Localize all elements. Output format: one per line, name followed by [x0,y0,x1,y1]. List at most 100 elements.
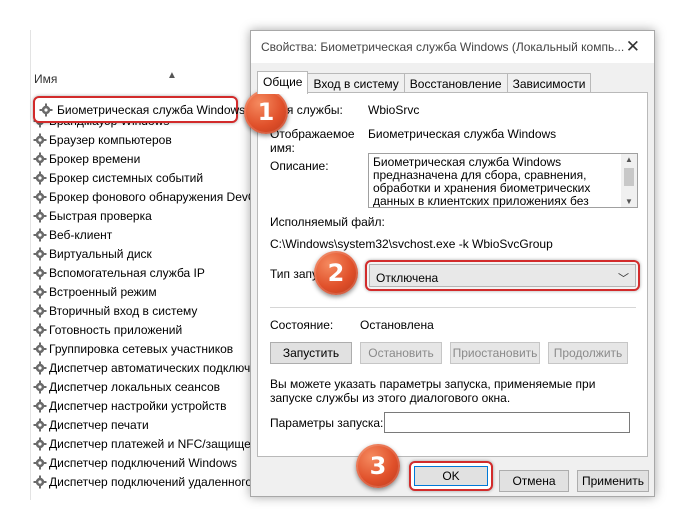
service-name: Быстрая проверка [49,208,152,223]
step-marker-3: 3 [356,444,400,488]
gear-icon [33,437,47,450]
status-value: Остановлена [360,318,434,332]
name-column-header[interactable]: Имя ▲ [31,70,269,88]
gear-icon [33,171,47,184]
stop-button[interactable]: Остановить [360,342,442,364]
service-list-item[interactable]: Брокер системных событий [31,168,269,187]
service-name: Диспетчер локальных сеансов [49,379,221,394]
gear-icon [33,285,47,298]
gear-icon [33,209,47,222]
startup-params-label: Параметры запуска: [270,416,384,430]
gear-icon [33,380,47,393]
service-list-item[interactable]: Группировка сетевых участников [31,339,269,358]
service-list-item[interactable]: Диспетчер локальных сеансов [31,377,269,396]
description-label: Описание: [270,159,329,173]
chevron-down-icon: ﹀ [618,273,629,285]
ok-button-highlight: OK [409,461,493,491]
service-name: Браузер компьютеров [49,132,172,147]
gear-icon [33,361,47,374]
tab-recovery[interactable]: Восстановление [403,73,508,93]
service-list-item[interactable]: Вспомогательная служба IP [31,263,269,282]
service-name: Диспетчер автоматических подключ [49,360,251,375]
service-list-item[interactable]: Быстрая проверка [31,206,269,225]
service-list-item[interactable]: Готовность приложений [31,320,269,339]
service-list-item[interactable]: Брокер времени [31,149,269,168]
service-name: Диспетчер печати [49,417,149,432]
resume-button[interactable]: Продолжить [548,342,628,364]
service-list-item[interactable]: Диспетчер автоматических подключ [31,358,269,377]
display-name-label: Отображаемое имя: [270,127,355,155]
tab-logon[interactable]: Вход в систему [307,73,405,93]
gear-icon [33,228,47,241]
service-name: Диспетчер подключений Windows [49,455,238,470]
gear-icon [33,342,47,355]
gear-icon [33,456,47,469]
step-marker-2: 2 [314,251,358,295]
service-list-item[interactable]: Встроенный режим [31,282,269,301]
service-list-item[interactable]: Виртуальный диск [31,244,269,263]
service-name: Веб-клиент [49,227,113,242]
gear-icon [33,399,47,412]
service-list-item[interactable]: Браузер компьютеров [31,130,269,149]
gear-icon [39,103,53,117]
startup-hint-text: Вы можете указать параметры запуска, при… [270,377,596,405]
service-name: Брокер системных событий [49,170,204,185]
start-button[interactable]: Запустить [270,342,352,364]
service-name: Группировка сетевых участников [49,341,234,356]
pause-button[interactable]: Приостановить [450,342,540,364]
service-list-item[interactable]: Диспетчер настройки устройств [31,396,269,415]
divider [270,307,636,308]
close-icon[interactable]: ✕ [626,37,640,57]
dialog-title: Свойства: Биометрическая служба Windows … [261,40,625,54]
cancel-button[interactable]: Отмена [499,470,569,492]
startup-type-field: Отключена ﹀ [369,264,636,287]
ok-button[interactable]: OK [414,466,488,486]
tab-dependencies[interactable]: Зависимости [506,73,592,93]
gear-icon [33,133,47,146]
service-name: Вторичный вход в систему [49,303,198,318]
gear-icon [33,152,47,165]
service-name: Виртуальный диск [49,246,152,261]
gear-icon [33,266,47,279]
gear-icon [33,304,47,317]
service-list-item[interactable]: Диспетчер подключений удаленного [31,472,269,491]
tab-strip: Общие Вход в систему Восстановление Зави… [257,71,592,94]
apply-button[interactable]: Применить [577,470,649,492]
scroll-down-icon[interactable]: ▼ [625,197,633,206]
sort-up-icon: ▲ [167,70,177,81]
service-name: Вспомогательная служба IP [49,265,205,280]
name-column-label: Имя [34,72,58,86]
selected-service-item[interactable]: Биометрическая служба Windows [33,96,245,123]
gear-icon [33,475,47,488]
description-text: Биометрическая служба Windows предназнач… [373,155,591,208]
service-list-item[interactable]: Диспетчер печати [31,415,269,434]
gear-icon [33,190,47,203]
service-name: Брокер времени [49,151,141,166]
service-name: Диспетчер подключений удаленного [49,474,253,489]
startup-type-select[interactable]: Отключена ﹀ [365,260,640,291]
executable-label: Исполняемый файл: [270,215,385,229]
service-name: Встроенный режим [49,284,157,299]
service-list-item[interactable]: Веб-клиент [31,225,269,244]
service-list-item[interactable]: Брокер фонового обнаружения DevQ [31,187,269,206]
scroll-up-icon[interactable]: ▲ [625,155,633,164]
description-box[interactable]: Биометрическая служба Windows предназнач… [368,153,638,208]
scroll-thumb[interactable] [624,168,634,186]
service-list-item[interactable]: Диспетчер платежей и NFC/защищен [31,434,269,453]
tab-general[interactable]: Общие [257,71,309,94]
startup-params-input[interactable] [384,412,630,433]
service-name: Готовность приложений [49,322,183,337]
startup-type-value: Отключена [376,271,439,285]
service-list-item[interactable]: Диспетчер подключений Windows [31,453,269,472]
selected-service-name: Биометрическая служба Windows [57,103,246,117]
service-list-item[interactable]: Вторичный вход в систему [31,301,269,320]
service-name-value: WbioSrvc [368,103,420,117]
display-name-value: Биометрическая служба Windows [368,127,557,141]
dialog-titlebar: Свойства: Биометрическая служба Windows … [251,31,654,63]
gear-icon [33,323,47,336]
service-properties-dialog: Свойства: Биометрическая служба Windows … [250,30,655,497]
status-label: Состояние: [270,318,334,332]
description-scrollbar[interactable]: ▲ ▼ [621,154,637,207]
gear-icon [33,418,47,431]
gear-icon [33,247,47,260]
